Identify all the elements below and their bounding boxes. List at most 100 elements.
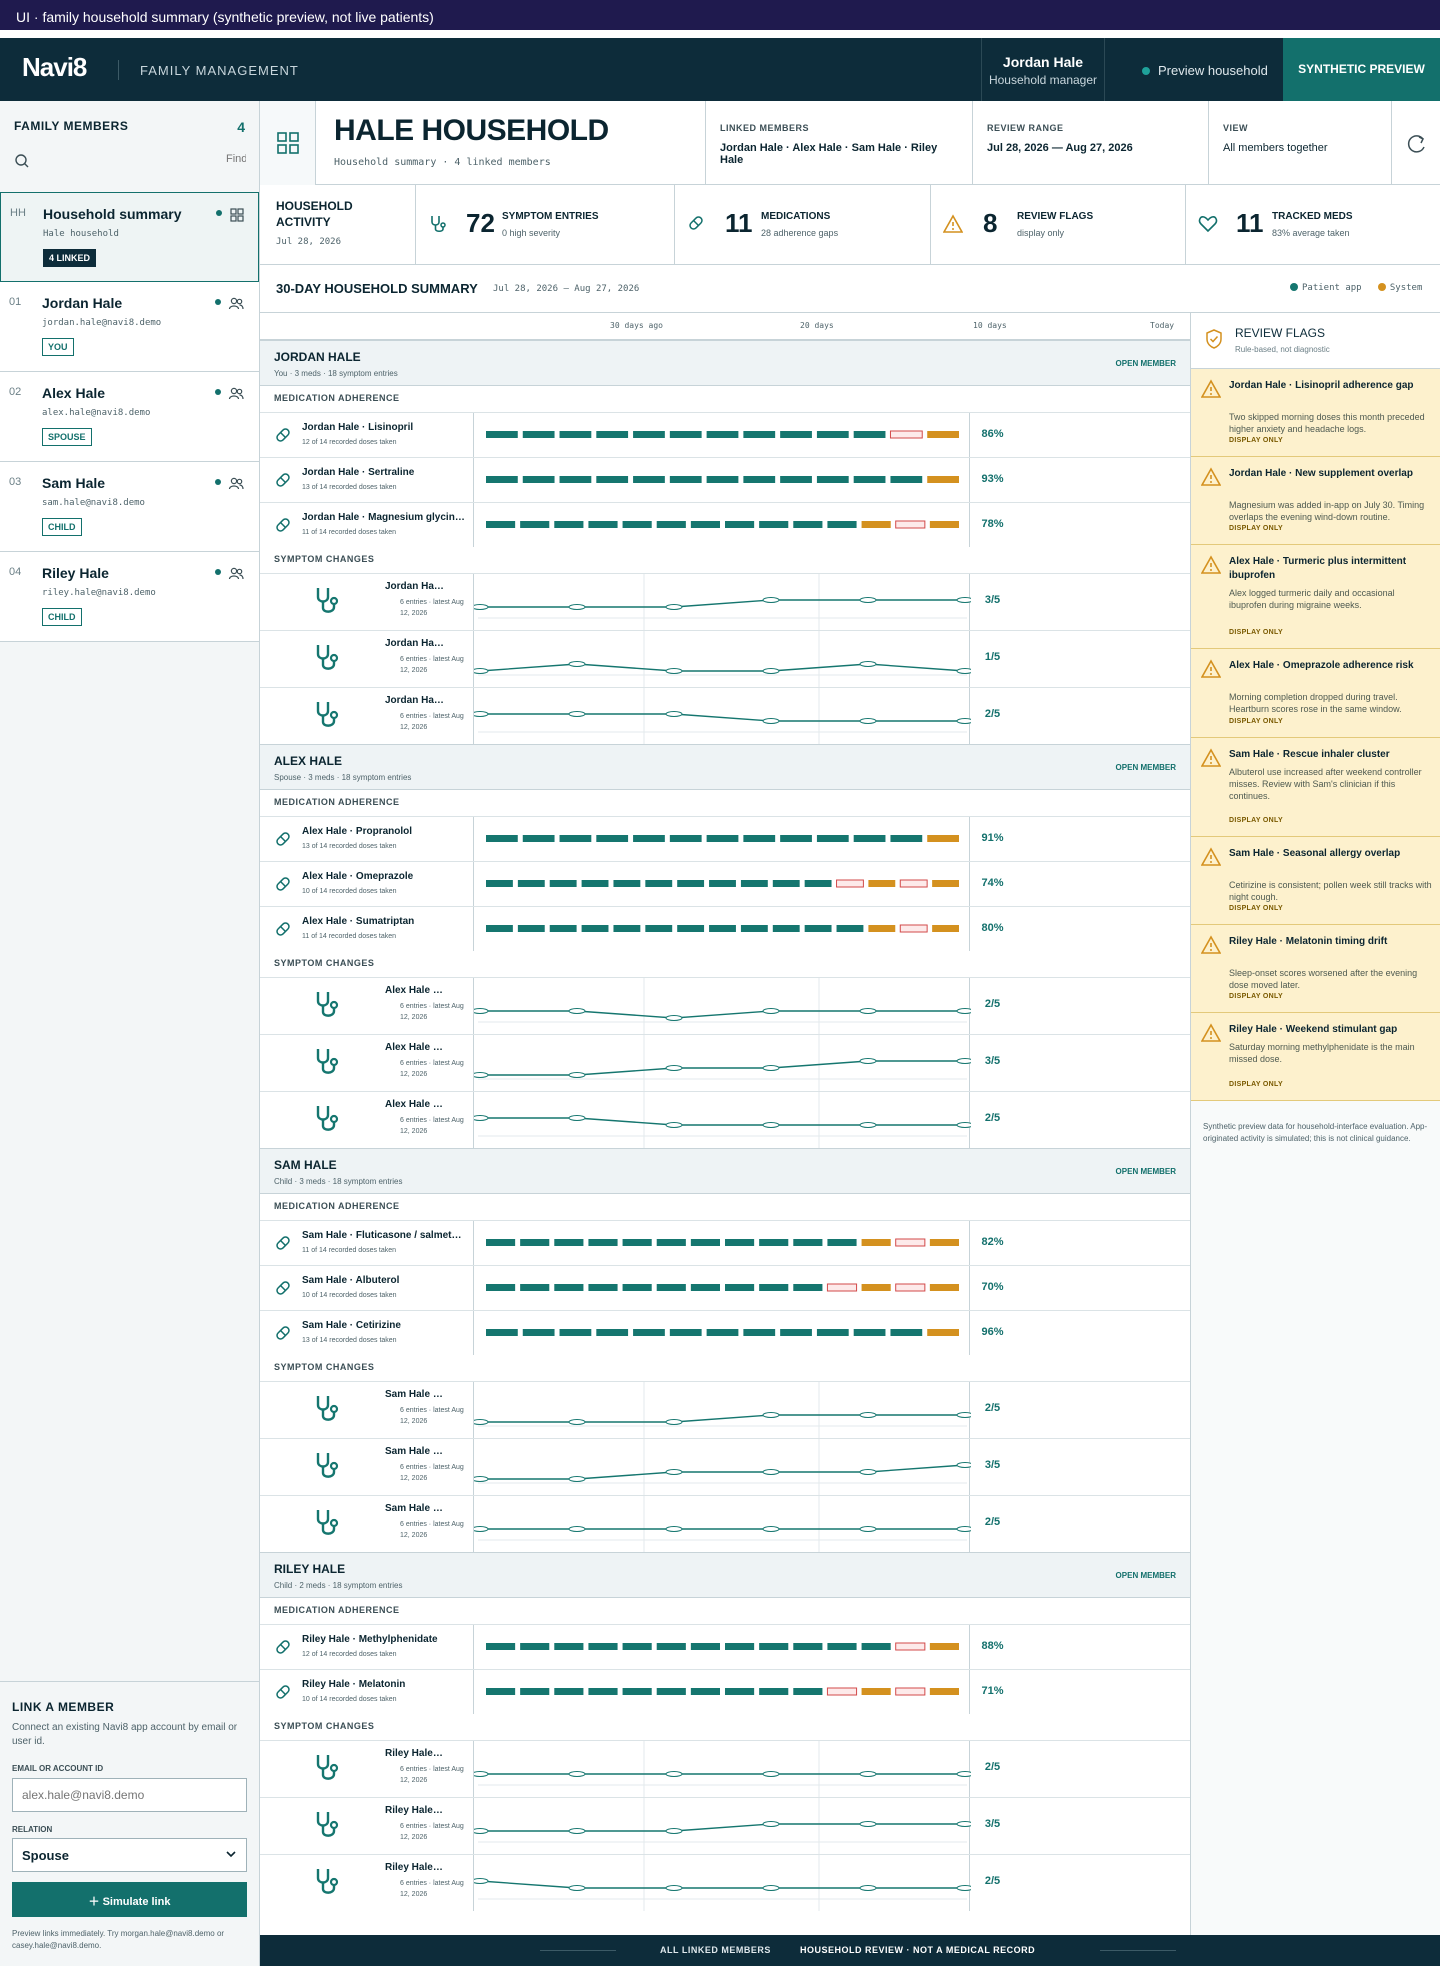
member-section-name: ALEX HALE — [274, 754, 343, 768]
trend-point — [859, 661, 877, 667]
medication-sub: 12 of 14 recorded doses taken — [302, 439, 397, 446]
symptom-row[interactable]: Alex Hale · Heartburn 6 entries · latest … — [260, 1034, 1190, 1091]
synthetic-preview-button[interactable]: SYNTHETIC PREVIEW — [1283, 38, 1440, 101]
symptom-row[interactable]: Riley Hale · Sleep onset 6 entries · late… — [260, 1740, 1190, 1797]
user-name: Jordan Hale — [1002, 54, 1084, 70]
dose-taken — [581, 925, 609, 932]
symptom-row[interactable]: Riley Hale · Focus 6 entries · latest Aug… — [260, 1797, 1190, 1854]
review-flag-card[interactable]: Riley Hale · Weekend stimulant gap Saturd… — [1191, 1013, 1440, 1101]
summary-title: 30-DAY HOUSEHOLD SUMMARY — [276, 281, 478, 296]
user-menu[interactable]: Jordan Hale Household manager — [981, 38, 1105, 101]
symptom-row[interactable]: Sam Hale · Wheeze 6 entries · latest Aug … — [260, 1438, 1190, 1495]
open-member-link[interactable]: OPEN MEMBER — [1116, 359, 1176, 368]
adherence-track — [473, 1670, 970, 1714]
email-field[interactable] — [12, 1778, 247, 1812]
adherence-track — [473, 1221, 970, 1265]
review-flag-card[interactable]: Alex Hale · Omeprazole adherence risk Mor… — [1191, 649, 1440, 738]
review-flag-card[interactable]: Jordan Hale · Lisinopril adherence gap Tw… — [1191, 369, 1440, 457]
review-flag-card[interactable]: Jordan Hale · New supplement overlap Magn… — [1191, 457, 1440, 545]
medication-row[interactable]: Alex Hale · Sumatriptan 11 of 14 recorded… — [260, 906, 1190, 951]
trend-point — [956, 1122, 971, 1128]
trend-point — [956, 1526, 971, 1532]
member-item[interactable]: 01 Jordan Hale jordan.hale@navi8.demo YOU — [0, 282, 259, 372]
trend-point — [568, 661, 586, 667]
dose-taken — [804, 925, 832, 932]
review-flag-card[interactable]: Alex Hale · Turmeric plus intermittent i… — [1191, 545, 1440, 649]
divider — [118, 60, 119, 80]
medication-row[interactable]: Riley Hale · Melatonin 10 of 14 recorded … — [260, 1669, 1190, 1714]
symptom-row[interactable]: Alex Hale · Migraine 6 entries · latest A… — [260, 977, 1190, 1034]
trend-point — [956, 718, 971, 724]
symptom-row[interactable]: Riley Hale · Appetite 6 entries · latest … — [260, 1854, 1190, 1911]
open-member-link[interactable]: OPEN MEMBER — [1116, 1167, 1176, 1176]
dose-taken — [486, 1329, 518, 1336]
symptom-row[interactable]: Jordan Hale · Headache 6 entries · latest… — [260, 687, 1190, 744]
dose-taken — [827, 1643, 857, 1650]
medication-row[interactable]: Sam Hale · Fluticasone / salmeterol 11 of… — [260, 1220, 1190, 1265]
dose-missed — [895, 1687, 926, 1696]
dose-taken — [554, 1688, 584, 1695]
symptom-sub: 6 entries · latest Aug 12, 2026 — [400, 1766, 464, 1784]
dose-taken — [486, 880, 513, 887]
flag-description: Saturday morning methylphenidate is the … — [1229, 1042, 1415, 1064]
trend-line — [480, 713, 965, 722]
symptom-trend — [474, 1035, 971, 1091]
symptom-row[interactable]: Jordan Hale · Anxiety 6 entries · latest … — [260, 630, 1190, 687]
review-flag-card[interactable]: Sam Hale · Seasonal allergy overlap Cetir… — [1191, 837, 1440, 925]
dose-taken — [793, 1643, 823, 1650]
symptom-score: 2/5 — [984, 1402, 1001, 1414]
trend-point — [956, 597, 971, 603]
symptom-row[interactable]: Alex Hale · Fatigue 6 entries · latest Au… — [260, 1091, 1190, 1148]
review-flag-card[interactable]: Sam Hale · Rescue inhaler cluster Albuter… — [1191, 738, 1440, 837]
dose-taken — [520, 1284, 550, 1291]
adherence-percent: 88% — [981, 1640, 1004, 1652]
medication-row[interactable]: Sam Hale · Cetirizine 13 of 14 recorded d… — [260, 1310, 1190, 1355]
stethoscope-icon — [316, 1510, 339, 1535]
medication-row[interactable]: Jordan Hale · Sertraline 13 of 14 recorde… — [260, 457, 1190, 502]
symptom-score: 3/5 — [984, 1055, 1001, 1067]
relation-select[interactable]: Spouse — [12, 1838, 247, 1872]
member-section-header: SAM HALE Child · 3 meds · 18 symptom entr… — [260, 1148, 1190, 1194]
medication-row[interactable]: Sam Hale · Albuterol 10 of 14 recorded do… — [260, 1265, 1190, 1310]
legend-dot-icon — [1377, 283, 1386, 291]
medication-row[interactable]: Alex Hale · Omeprazole 10 of 14 recorded … — [260, 861, 1190, 906]
open-member-link[interactable]: OPEN MEMBER — [1116, 1571, 1176, 1580]
open-member-link[interactable]: OPEN MEMBER — [1116, 763, 1176, 772]
review-range-meta: REVIEW RANGE Jul 28, 2026 — Aug 27, 2026 — [972, 101, 1208, 185]
preview-household-toggle[interactable]: Preview household — [1142, 63, 1268, 78]
symptom-row[interactable]: Jordan Hale · Sleep 6 entries · latest Au… — [260, 573, 1190, 630]
member-item[interactable]: 03 Sam Hale sam.hale@navi8.demo CHILD — [0, 462, 259, 552]
household-summary-item[interactable]: HH Household summary Hale household 4 LINKE… — [0, 192, 259, 282]
member-search-input[interactable] — [226, 153, 246, 165]
member-subtitle: sam.hale@navi8.demo — [42, 498, 145, 508]
linked-members-meta: LINKED MEMBERS Jordan Hale · Alex Hale · … — [705, 101, 957, 185]
status-dot-icon — [215, 479, 221, 485]
medication-row[interactable]: Jordan Hale · Magnesium glycinate 11 of 1… — [260, 502, 1190, 547]
medication-row[interactable]: Riley Hale · Methylphenidate 12 of 14 rec… — [260, 1624, 1190, 1669]
medication-row[interactable]: Alex Hale · Propranolol 13 of 14 recorded… — [260, 816, 1190, 861]
member-index: 03 — [9, 476, 22, 488]
symptom-chart — [473, 1741, 971, 1797]
medication-sub: 13 of 14 recorded doses taken — [302, 484, 397, 491]
dose-taken — [588, 521, 618, 528]
refresh-button[interactable] — [1391, 101, 1440, 185]
meta-label: REVIEW RANGE — [987, 123, 1064, 133]
member-item[interactable]: 02 Alex Hale alex.hale@navi8.demo SPOUSE — [0, 372, 259, 462]
medication-row[interactable]: Jordan Hale · Lisinopril 12 of 14 recorde… — [260, 412, 1190, 457]
adherence-bars — [486, 476, 959, 483]
trend-point — [762, 1885, 780, 1891]
symptom-row[interactable]: Sam Hale · Cough 6 entries · latest Aug 1… — [260, 1381, 1190, 1438]
review-flag-card[interactable]: Riley Hale · Melatonin timing drift Sleep… — [1191, 925, 1440, 1013]
window-title: UI · family household summary (synthetic… — [0, 0, 1440, 34]
dose-missed — [899, 924, 928, 933]
symptom-group-label: SYMPTOM CHANGES — [274, 1721, 375, 1731]
flag-display-only: DISPLAY ONLY — [1229, 1081, 1283, 1088]
symptom-trend — [474, 1798, 971, 1854]
trend-point — [956, 1058, 971, 1064]
simulate-link-button[interactable]: ＋ Simulate link — [12, 1882, 247, 1917]
view-selector[interactable]: VIEW All members together — [1208, 101, 1391, 185]
dose-taken — [486, 835, 518, 842]
symptom-row[interactable]: Sam Hale · Allergy 6 entries · latest Aug… — [260, 1495, 1190, 1552]
dose-taken — [486, 925, 513, 932]
member-item[interactable]: 04 Riley Hale riley.hale@navi8.demo CHILD — [0, 552, 259, 642]
